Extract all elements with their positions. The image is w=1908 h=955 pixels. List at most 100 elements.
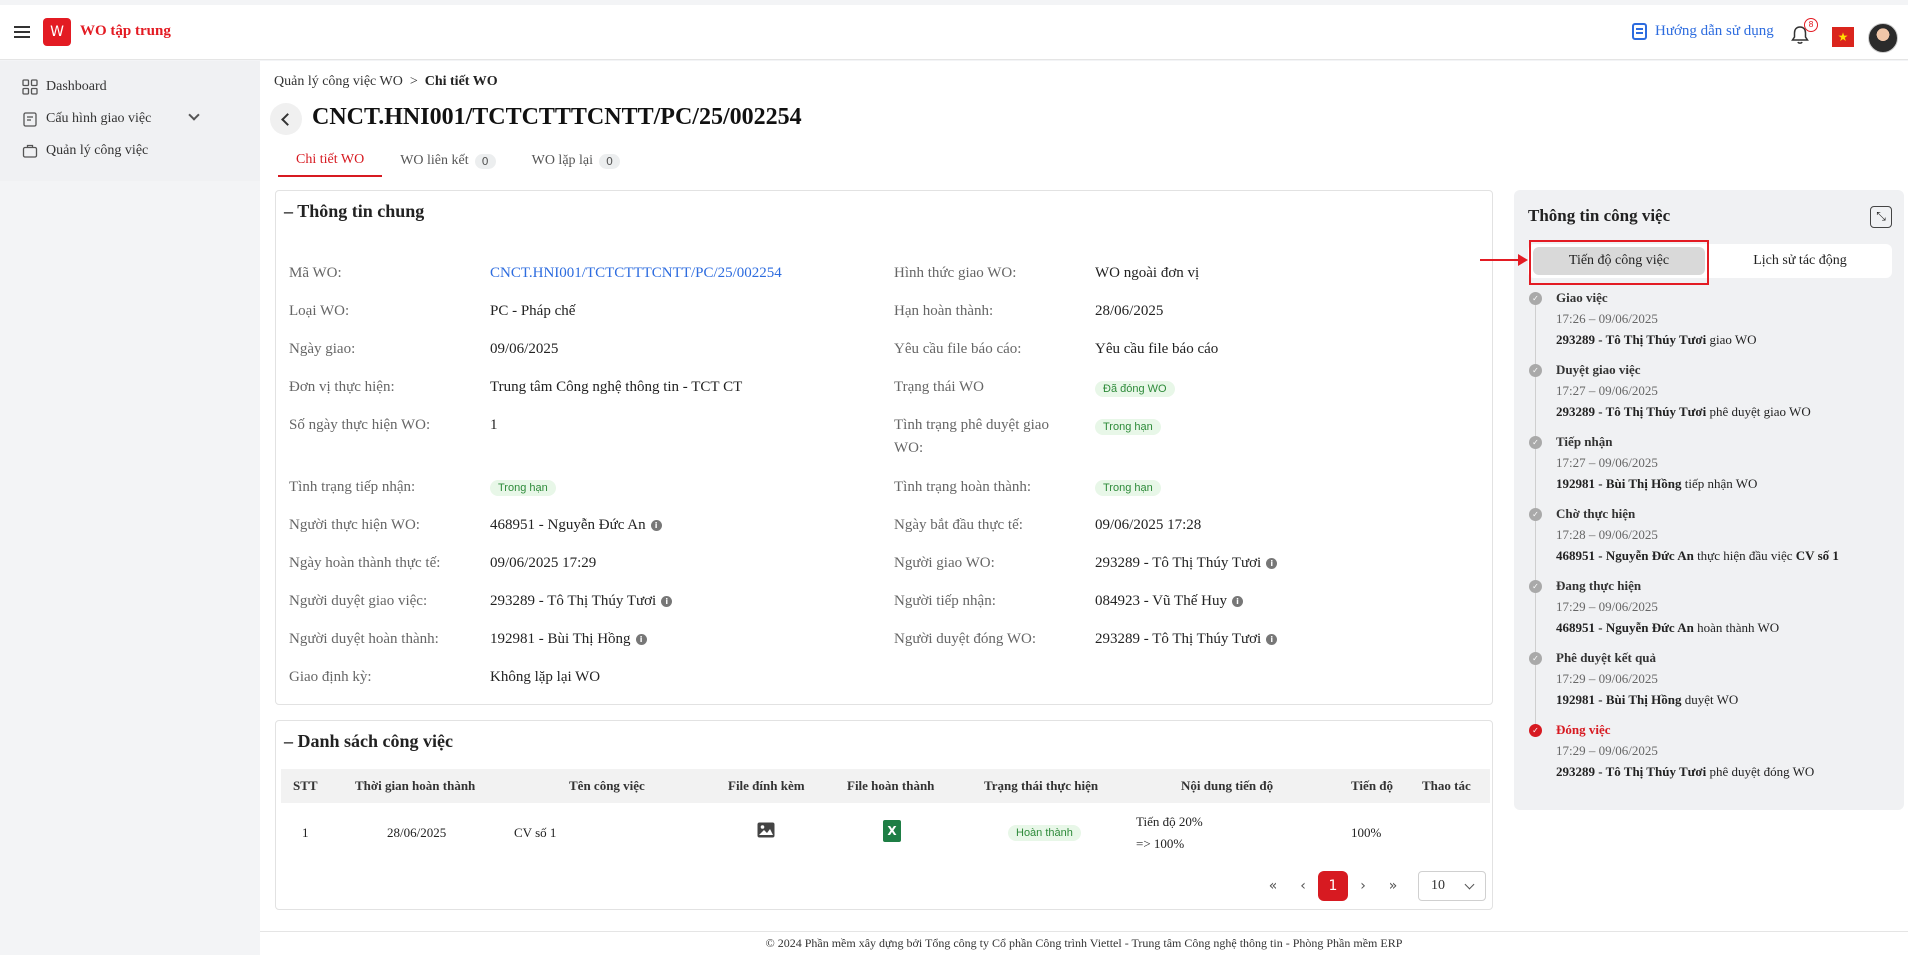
breadcrumb-current: Chi tiết WO — [424, 74, 498, 89]
page-number-button[interactable]: 1 — [1318, 871, 1348, 901]
field-value: Đã đóng WO — [1095, 381, 1175, 397]
collapse-panel-icon[interactable]: ⤡ — [1870, 206, 1892, 228]
field-value: 1 — [490, 417, 498, 433]
app-logo[interactable]: W — [43, 18, 71, 46]
field-label: Người duyệt đóng WO: — [894, 631, 1037, 647]
field-value: 28/06/2025 — [1095, 303, 1164, 319]
timeline-desc: 192981 - Bùi Thị Hồng tiếp nhận WO — [1556, 476, 1757, 492]
page-size-select[interactable]: 10 — [1418, 871, 1486, 901]
sidebar-item-work-management[interactable]: Quản lý công việc — [22, 143, 148, 159]
field-label: Ngày hoàn thành thực tế: — [289, 555, 441, 571]
field-value: 09/06/2025 — [490, 341, 559, 357]
timeline-desc: 293289 - Tô Thị Thúy Tươi phê duyệt giao… — [1556, 404, 1811, 420]
sidebar-item-label: Dashboard — [46, 79, 107, 94]
section-title: Danh sách công việc — [297, 731, 454, 751]
column-header: Tiến độ — [1351, 778, 1394, 793]
timeline-action: duyệt WO — [1684, 692, 1739, 707]
check-circle-icon: ✓ — [1529, 724, 1542, 737]
app-title[interactable]: WO tập trung — [80, 23, 171, 40]
notification-badge: 8 — [1804, 18, 1818, 32]
timeline-step: Chờ thực hiện — [1556, 506, 1636, 521]
column-header: Thao tác — [1422, 778, 1471, 793]
field-label: Giao định kỳ: — [289, 669, 372, 685]
tab-linked-wo[interactable]: WO liên kết 0 — [382, 145, 513, 177]
timeline-actor: 293289 - Tô Thị Thúy Tươi — [1556, 764, 1707, 779]
tab-label: WO liên kết — [400, 153, 469, 168]
timeline-actor: 293289 - Tô Thị Thúy Tươi — [1556, 332, 1707, 347]
next-page-button[interactable]: › — [1348, 871, 1378, 901]
info-icon[interactable]: i — [1266, 558, 1278, 569]
field-value: WO ngoài đơn vị — [1095, 265, 1200, 281]
last-page-button[interactable]: » — [1378, 871, 1408, 901]
timeline-action: giao WO — [1709, 332, 1757, 347]
collapse-icon: – — [284, 201, 293, 221]
annotation-highlight-box — [1529, 240, 1709, 285]
field-label: Người duyệt giao việc: — [289, 593, 428, 609]
column-header: Thời gian hoàn thành — [355, 778, 476, 793]
person-name: 468951 - Nguyễn Đức An — [490, 517, 646, 533]
timeline-actor: 468951 - Nguyễn Đức An — [1556, 548, 1694, 563]
tab-label: Chi tiết WO — [296, 152, 365, 167]
timeline-actor: 192981 - Bùi Thị Hồng — [1556, 476, 1682, 491]
timeline-time: 17:26 – 09/06/2025 — [1556, 311, 1658, 326]
check-icon: ✓ — [1529, 652, 1542, 665]
field-label: Ngày giao: — [289, 341, 356, 357]
tab-bar: Chi tiết WO WO liên kết 0 WO lặp lại 0 — [278, 145, 638, 177]
menu-icon[interactable] — [14, 26, 30, 38]
prev-page-button[interactable]: ‹ — [1288, 871, 1318, 901]
task-list-title[interactable]: – Danh sách công việc — [284, 731, 453, 752]
tab-history[interactable]: Lịch sử tác động — [1714, 247, 1886, 275]
breadcrumb: Quản lý công việc WO > Chi tiết WO — [274, 74, 498, 90]
grid-icon — [22, 79, 38, 95]
tab-label: WO lặp lại — [531, 153, 594, 168]
sidebar-item-config[interactable]: Cấu hình giao việc — [22, 111, 151, 127]
image-attachment-icon[interactable] — [757, 822, 775, 838]
timeline-time: 17:29 – 09/06/2025 — [1556, 671, 1658, 686]
timeline-time: 17:29 – 09/06/2025 — [1556, 599, 1658, 614]
wo-code-link[interactable]: CNCT.HNI001/TCTCTTTCNTT/PC/25/002254 — [490, 265, 782, 282]
field-value: Trung tâm Công nghệ thông tin - TCT CT — [490, 379, 743, 395]
tab-detail[interactable]: Chi tiết WO — [278, 145, 383, 177]
field-value: 09/06/2025 17:28 — [1095, 517, 1202, 533]
timeline-desc: 192981 - Bùi Thị Hồng duyệt WO — [1556, 692, 1738, 708]
sidebar-item-dashboard[interactable]: Dashboard — [22, 79, 107, 95]
column-header: Tên công việc — [569, 778, 645, 793]
check-icon: ✓ — [1529, 436, 1542, 449]
field-value: Trong hạn — [1095, 480, 1161, 496]
tab-repeated-wo[interactable]: WO lặp lại 0 — [514, 145, 638, 177]
info-icon[interactable]: i — [1231, 596, 1243, 607]
field-value: 293289 - Tô Thị Thúy Tươi i — [1095, 555, 1278, 572]
sidebar-item-label: Quản lý công việc — [46, 143, 149, 158]
help-link[interactable]: Hướng dẫn sử dụng — [1632, 23, 1774, 40]
timeline-desc: 293289 - Tô Thị Thúy Tươi giao WO — [1556, 332, 1757, 348]
timeline-time: 17:27 – 09/06/2025 — [1556, 383, 1658, 398]
info-icon[interactable]: i — [1266, 634, 1278, 645]
info-icon[interactable]: i — [635, 634, 647, 645]
field-value: 09/06/2025 17:29 — [490, 555, 597, 571]
cell-deadline: 28/06/2025 — [387, 825, 447, 840]
timeline-step: Đang thực hiện — [1556, 578, 1642, 593]
back-button[interactable] — [270, 103, 302, 135]
section-title: Thông tin chung — [297, 201, 425, 221]
avatar[interactable] — [1868, 23, 1898, 53]
field-label: Hạn hoàn thành: — [894, 303, 994, 319]
info-icon[interactable]: i — [650, 520, 662, 531]
field-value: 293289 - Tô Thị Thúy Tươi i — [490, 593, 673, 610]
vietnam-flag-icon[interactable]: ★ — [1832, 27, 1854, 47]
footer: © 2024 Phần mềm xây dựng bởi Tổng công t… — [260, 931, 1908, 955]
excel-file-icon[interactable]: X — [883, 820, 901, 842]
timeline-action: tiếp nhận WO — [1684, 476, 1758, 491]
info-icon[interactable]: i — [661, 596, 673, 607]
clipboard-icon — [23, 112, 37, 127]
breadcrumb-parent[interactable]: Quản lý công việc WO — [274, 74, 403, 89]
annotation-arrow — [1480, 259, 1520, 261]
field-value: Yêu cầu file báo cáo — [1095, 341, 1219, 357]
field-label: Tình trạng phê duyệt giao — [894, 417, 1049, 433]
pagination: « ‹ 1 › » — [1258, 871, 1408, 901]
field-value: Trong hạn — [1095, 419, 1161, 435]
first-page-button[interactable]: « — [1258, 871, 1288, 901]
field-label: Người duyệt hoàn thành: — [289, 631, 439, 647]
status-badge: Đã đóng WO — [1095, 381, 1175, 397]
sidebar-item-label: Cấu hình giao việc — [46, 111, 152, 126]
general-info-title[interactable]: – Thông tin chung — [284, 201, 424, 222]
